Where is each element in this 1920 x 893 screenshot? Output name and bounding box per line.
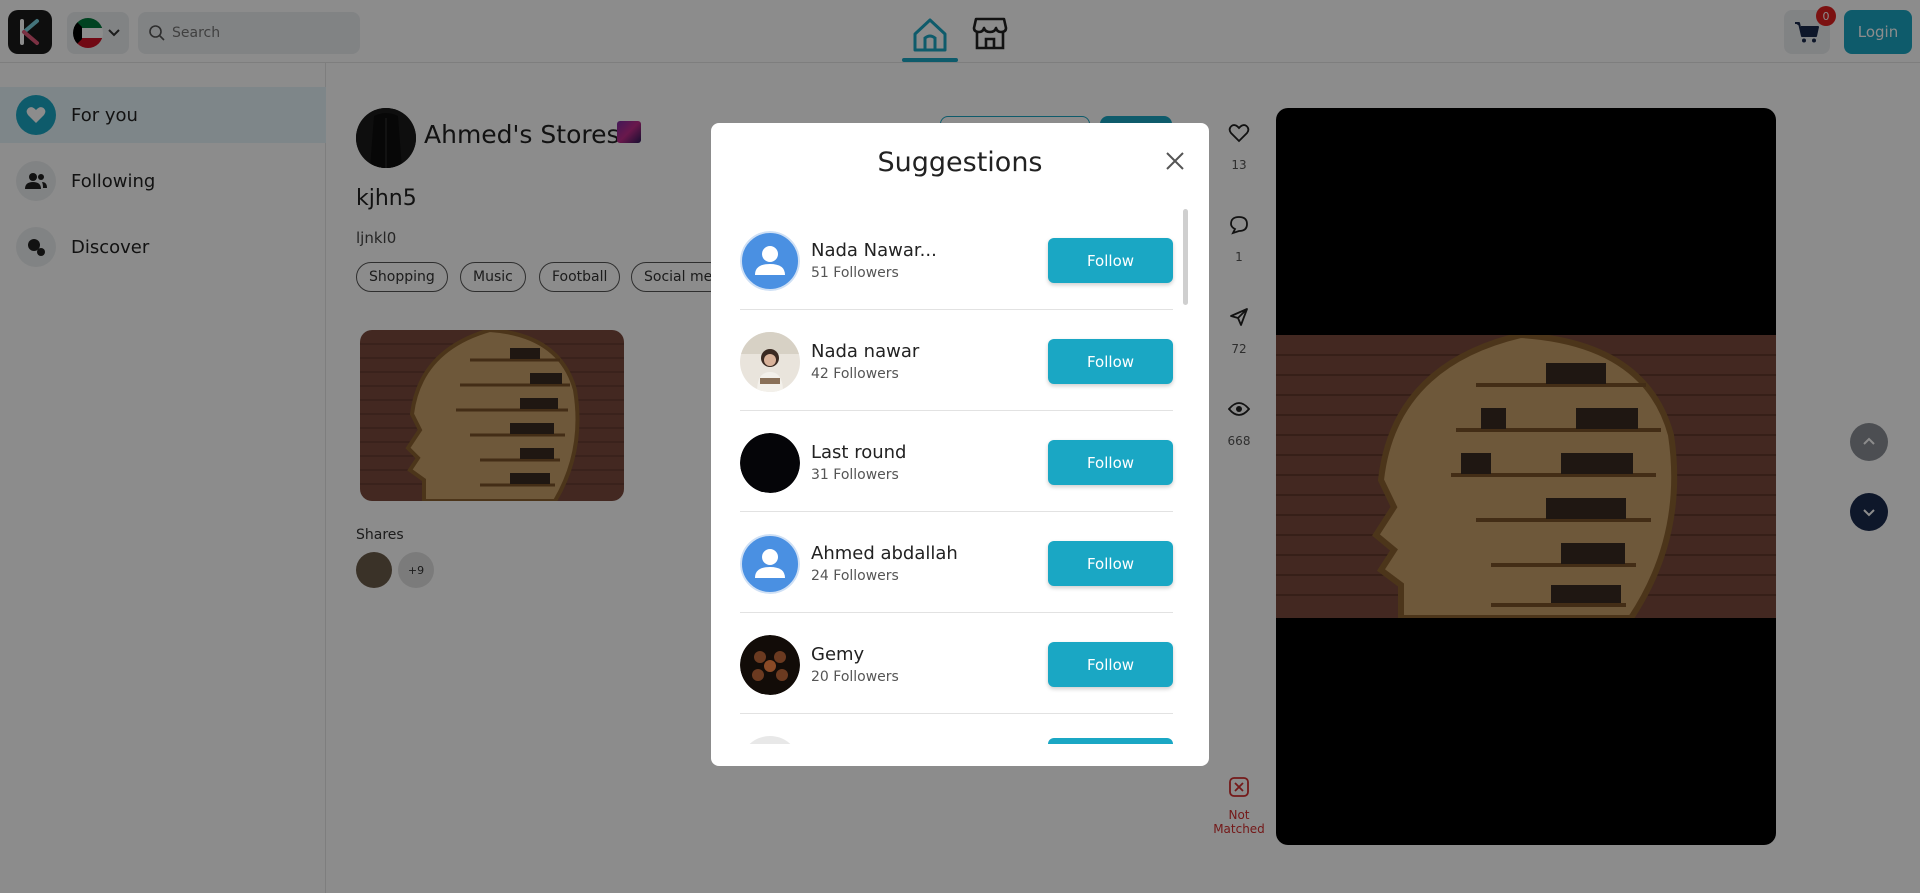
followers-count: 51 Followers: [811, 265, 899, 281]
user-name[interactable]: Nada Nawar...: [811, 240, 937, 261]
partial-follow-button[interactable]: [1048, 738, 1173, 744]
suggestion-row: Last round 31 Followers Follow: [740, 411, 1173, 512]
user-black-avatar[interactable]: [740, 433, 800, 493]
partial-avatar[interactable]: [740, 736, 800, 744]
suggestion-row: Nada Nawar... 51 Followers Follow: [740, 209, 1173, 310]
follow-button[interactable]: Follow: [1048, 642, 1173, 687]
followers-count: 42 Followers: [811, 366, 899, 382]
followers-count: 24 Followers: [811, 568, 899, 584]
default-avatar-icon[interactable]: [740, 534, 800, 594]
follow-button[interactable]: Follow: [1048, 440, 1173, 485]
suggestion-row: Ahmed abdallah 24 Followers Follow: [740, 512, 1173, 613]
followers-count: 20 Followers: [811, 669, 899, 685]
suggestions-modal: Suggestions Nada Nawar... 51 Followers F…: [711, 123, 1209, 766]
follow-button[interactable]: Follow: [1048, 339, 1173, 384]
user-name[interactable]: Gemy: [811, 644, 864, 665]
suggestions-list: Nada Nawar... 51 Followers Follow Nada n…: [740, 209, 1180, 744]
follow-button[interactable]: Follow: [1048, 238, 1173, 283]
close-icon[interactable]: [1163, 149, 1187, 173]
suggestion-row: Gemy 20 Followers Follow: [740, 613, 1173, 714]
user-name[interactable]: Nada nawar: [811, 341, 919, 362]
suggestion-row: Nada nawar 42 Followers Follow: [740, 310, 1173, 411]
suggestion-row-partial: [740, 714, 1173, 744]
follow-button[interactable]: Follow: [1048, 541, 1173, 586]
followers-count: 31 Followers: [811, 467, 899, 483]
user-group-avatar[interactable]: [740, 635, 800, 695]
user-name[interactable]: Ahmed abdallah: [811, 543, 958, 564]
user-name[interactable]: Last round: [811, 442, 906, 463]
list-scrollbar[interactable]: [1183, 209, 1188, 305]
default-avatar-icon[interactable]: [740, 231, 800, 291]
user-photo-avatar[interactable]: [740, 332, 800, 392]
modal-title: Suggestions: [877, 147, 1043, 178]
